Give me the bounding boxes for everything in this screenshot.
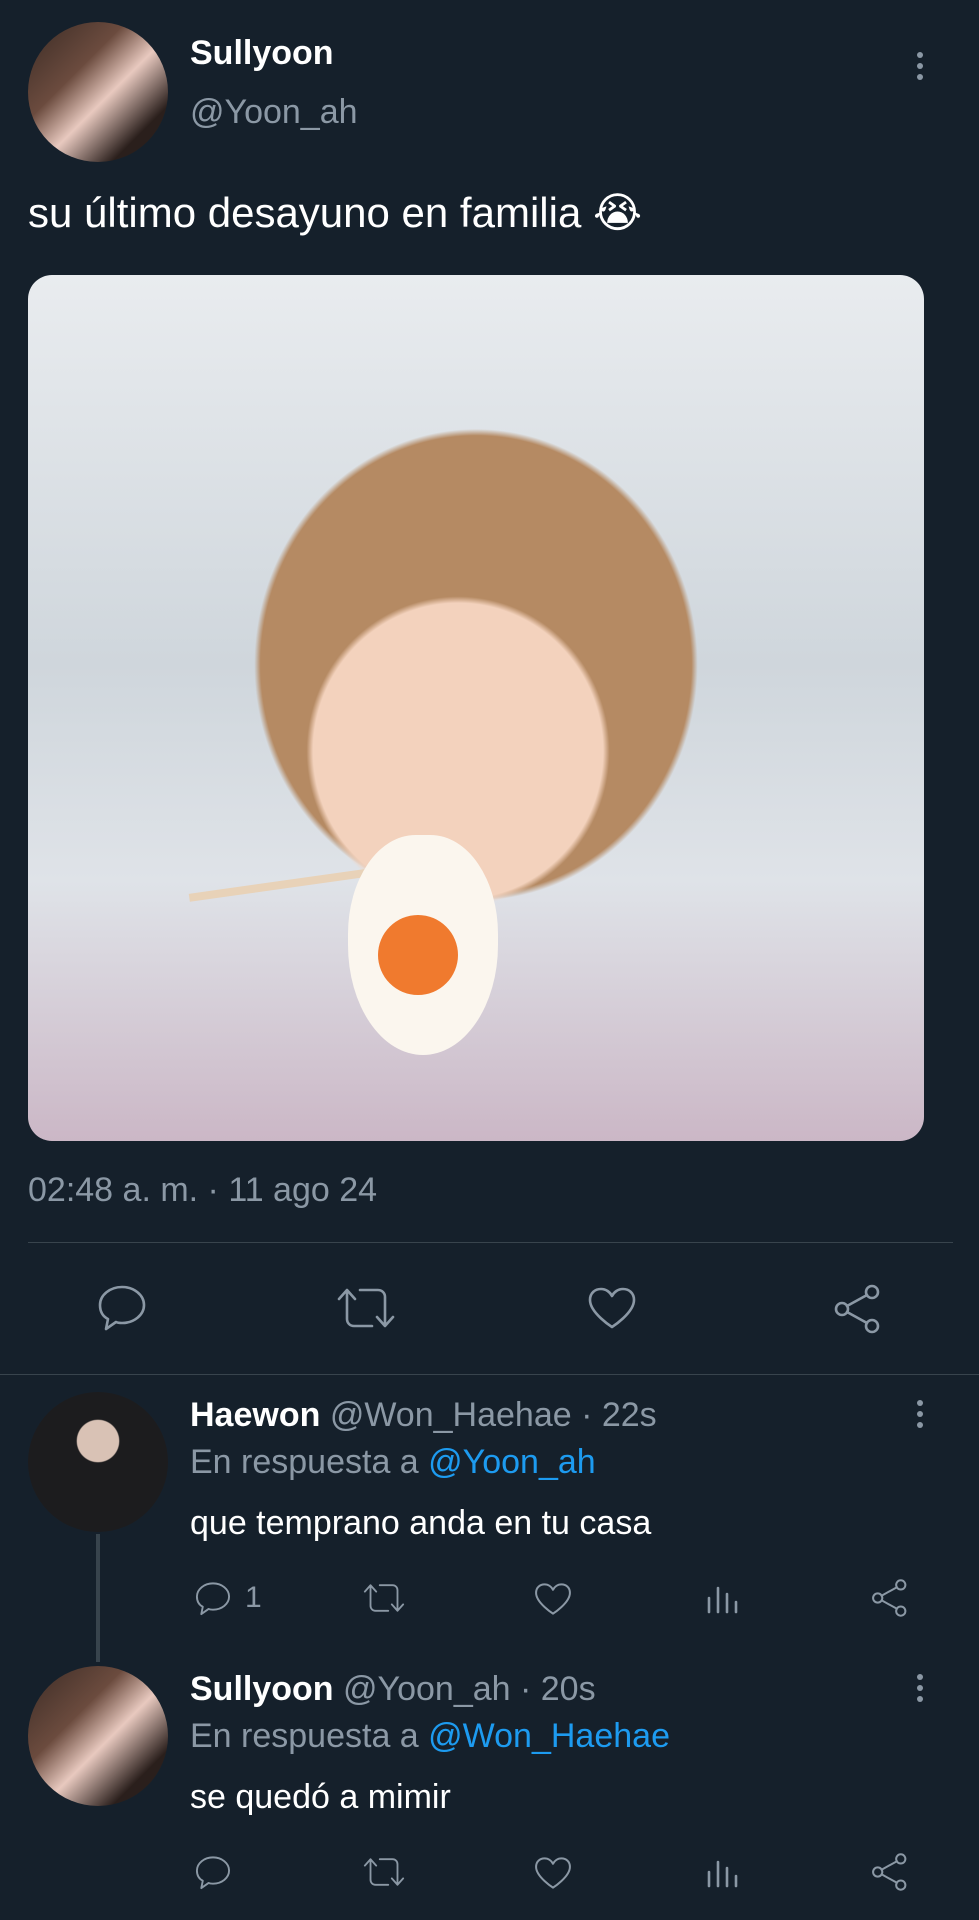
like-icon[interactable] [533, 1855, 573, 1891]
share-icon[interactable] [870, 1578, 910, 1618]
reply-prefix: En respuesta a [190, 1717, 419, 1755]
reply-prefix: En respuesta a [190, 1443, 419, 1481]
author-avatar[interactable] [28, 22, 168, 162]
tweet-photo[interactable] [28, 275, 924, 1141]
retweet-icon[interactable] [362, 1581, 406, 1615]
retweet-icon[interactable] [335, 1285, 397, 1331]
yolk-shape [378, 915, 458, 995]
reply-meta[interactable]: @Yoon_ah · 20s [343, 1670, 596, 1708]
like-icon[interactable] [586, 1285, 638, 1331]
more-options-icon[interactable] [917, 52, 923, 80]
divider [0, 1374, 979, 1375]
reply-to-link[interactable]: @Yoon_ah [428, 1443, 596, 1481]
reply-count: 1 [245, 1581, 262, 1614]
reply-context: En respuesta a @Won_Haehae [190, 1717, 670, 1756]
tweet-timestamp[interactable]: 02:48 a. m. · 11 ago 24 [28, 1171, 377, 1210]
tweet-text: su último desayuno en familia 😭 [28, 189, 643, 236]
reply-avatar[interactable] [28, 1392, 168, 1532]
reply-text: que temprano anda en tu casa [190, 1504, 652, 1542]
share-icon[interactable] [870, 1852, 910, 1892]
more-options-icon[interactable] [917, 1400, 923, 1428]
divider [28, 1242, 953, 1243]
views-icon[interactable] [705, 1580, 741, 1616]
views-icon[interactable] [705, 1854, 741, 1890]
like-icon[interactable] [533, 1581, 573, 1617]
reply-author-name[interactable]: Sullyoon [190, 1670, 334, 1708]
reply-text: se quedó a mimir [190, 1778, 451, 1816]
retweet-icon[interactable] [362, 1855, 406, 1889]
author-name[interactable]: Sullyoon [190, 34, 334, 73]
reply-icon[interactable] [194, 1854, 232, 1890]
reply-avatar[interactable] [28, 1666, 168, 1806]
reply-author-name[interactable]: Haewon [190, 1396, 320, 1434]
share-icon[interactable] [832, 1283, 884, 1335]
reply-header: Sullyoon @Yoon_ah · 20s [190, 1670, 596, 1709]
reply-icon[interactable] [96, 1283, 148, 1331]
more-options-icon[interactable] [917, 1674, 923, 1702]
reply-to-link[interactable]: @Won_Haehae [428, 1717, 670, 1755]
reply-header: Haewon @Won_Haehae · 22s [190, 1396, 657, 1435]
thread-line [96, 1534, 100, 1662]
reply-icon[interactable] [194, 1580, 232, 1616]
reply-meta[interactable]: @Won_Haehae · 22s [330, 1396, 657, 1434]
reply-context: En respuesta a @Yoon_ah [190, 1443, 596, 1482]
author-handle[interactable]: @Yoon_ah [190, 93, 358, 132]
